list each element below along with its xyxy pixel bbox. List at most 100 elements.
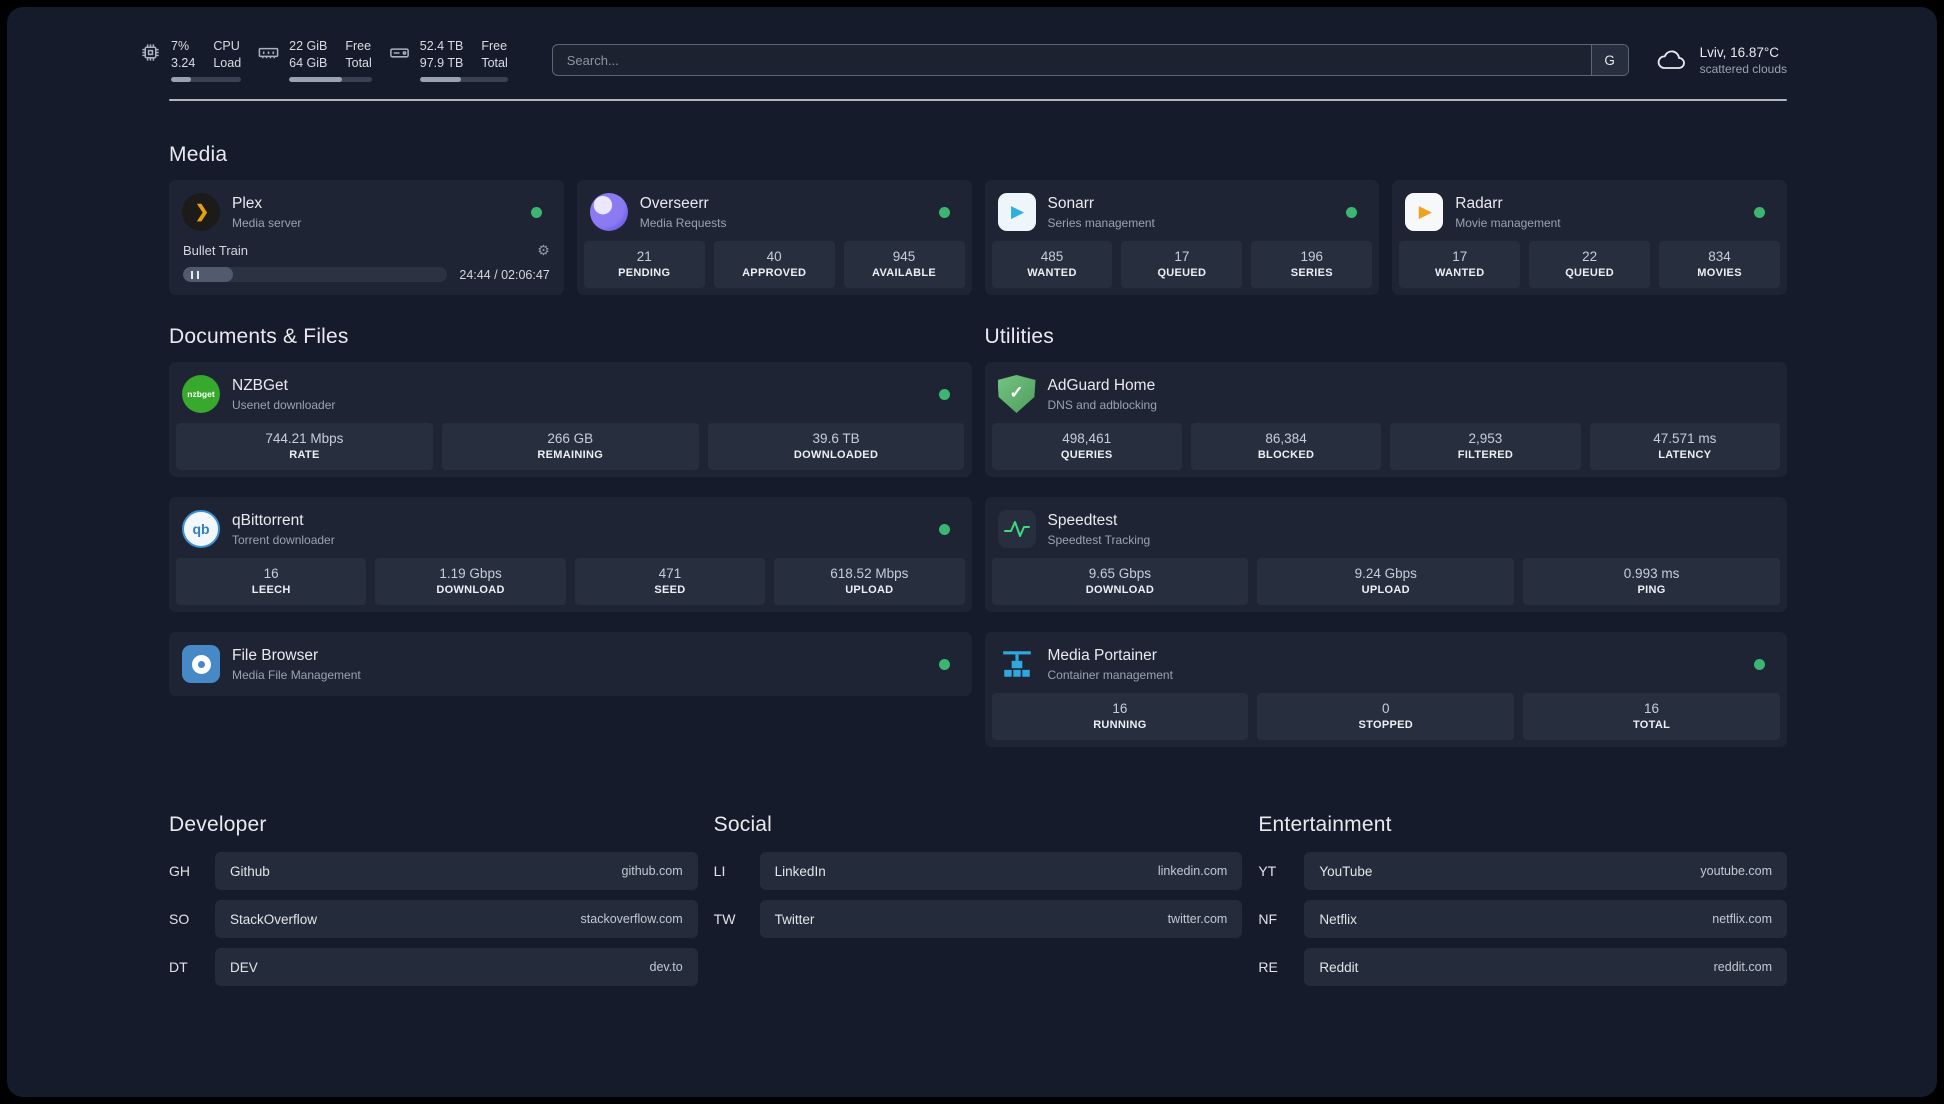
service-name: Overseerr <box>639 194 709 212</box>
bookmark-abbr: SO <box>169 911 190 927</box>
bookmark-linkedin[interactable]: LI LinkedIn linkedin.com <box>714 852 1243 890</box>
stat-block: 39.6 TB DOWNLOADED <box>707 423 965 470</box>
bookmark-name: Reddit <box>1319 959 1359 975</box>
disk-usage-bar <box>419 77 508 83</box>
bookmark-abbr: LI <box>713 863 726 879</box>
bookmark-abbr: RE <box>1258 959 1278 975</box>
pause-icon <box>191 270 199 279</box>
file-browser-icon <box>182 645 220 683</box>
service-name: qBittorrent <box>232 511 304 529</box>
nzbget-icon: nzbget <box>182 375 220 413</box>
documents-column: Documents & Files nzbget NZBGet Usenet d… <box>169 325 972 747</box>
disk-free-label: Free <box>481 38 508 53</box>
bookmark-url: twitter.com <box>1167 912 1228 926</box>
service-card-portainer[interactable]: Media Portainer Container management 16 … <box>984 632 1787 747</box>
service-card-plex[interactable]: ❯ Plex Media server Bullet Train ⚙ 24:44… <box>169 180 564 295</box>
now-playing-widget: Bullet Train ⚙ 24:44 / 02:06:47 <box>176 241 557 287</box>
service-description: DNS and adblocking <box>1047 397 1157 412</box>
search-input[interactable] <box>552 52 1591 68</box>
cpu-usage-bar <box>171 77 242 83</box>
service-card-overseerr[interactable]: Overseerr Media Requests 21 PENDING 40 A… <box>576 180 972 295</box>
bookmark-url: youtube.com <box>1700 864 1772 878</box>
bookmark-url: netflix.com <box>1712 912 1772 926</box>
bookmark-group-developer: Developer GH Github github.com SO StackO… <box>169 813 698 996</box>
service-card-qbittorrent[interactable]: qb qBittorrent Torrent downloader 16 LEE… <box>169 497 972 612</box>
service-name: Sonarr <box>1047 194 1095 212</box>
cpu-icon <box>139 38 162 64</box>
cpu-percent: 7% <box>171 38 190 53</box>
service-card-file-browser[interactable]: File Browser Media File Management <box>169 632 972 696</box>
bookmark-github[interactable]: GH Github github.com <box>169 852 698 890</box>
bookmark-abbr: TW <box>713 911 736 927</box>
section-title-entertainment: Entertainment <box>1258 813 1392 836</box>
top-bar: 7% CPU 3.24 Load 22 GiB Free 64 GiB Tota… <box>139 7 1787 83</box>
stat-block: 945 AVAILABLE <box>843 241 965 288</box>
stat-block: 2,953 FILTERED <box>1390 423 1581 470</box>
service-name: File Browser <box>232 646 319 664</box>
disk-widget: 52.4 TB Free 97.9 TB Total <box>388 38 508 83</box>
status-dot <box>938 658 950 670</box>
utilities-column: Utilities ✓ AdGuard Home DNS and adblock… <box>984 325 1787 747</box>
stat-block: 485 WANTED <box>991 241 1113 288</box>
status-dot <box>1754 658 1765 670</box>
service-description: Container management <box>1047 667 1173 682</box>
bookmark-abbr: NF <box>1258 911 1277 927</box>
section-title-utilities: Utilities <box>984 325 1054 348</box>
bookmark-group-social: Social LI LinkedIn linkedin.com TW Twitt… <box>714 813 1243 996</box>
search-provider-button[interactable]: G <box>1590 45 1628 75</box>
qbittorrent-icon: qb <box>182 510 220 548</box>
stat-block: 9.65 Gbps DOWNLOAD <box>991 558 1249 605</box>
stat-block: 16 RUNNING <box>991 693 1249 740</box>
speedtest-icon <box>997 510 1036 548</box>
bookmark-dev[interactable]: DT DEV dev.to <box>169 948 698 986</box>
stat-block: 618.52 Mbps UPLOAD <box>774 558 965 605</box>
status-dot <box>938 206 950 218</box>
bookmark-name: Github <box>230 863 270 879</box>
service-description: Media server <box>232 215 302 230</box>
weather-condition: scattered clouds <box>1699 61 1787 76</box>
status-dot <box>938 523 950 535</box>
bookmark-url: dev.to <box>649 960 683 974</box>
service-card-sonarr[interactable]: ▶ Sonarr Series management 485 WANTED 17… <box>984 180 1380 295</box>
stat-block: 86,384 BLOCKED <box>1190 423 1382 470</box>
gear-icon[interactable]: ⚙ <box>537 242 550 259</box>
weather-widget: Lviv, 16.87°C scattered clouds <box>1655 45 1787 76</box>
cloud-icon <box>1655 47 1689 73</box>
stat-block: 21 PENDING <box>583 241 705 288</box>
playback-time: 24:44 / 02:06:47 <box>459 267 550 282</box>
service-name: Radarr <box>1455 194 1503 212</box>
service-description: Movie management <box>1455 215 1561 230</box>
stat-block: 0 STOPPED <box>1257 693 1515 740</box>
bookmark-twitter[interactable]: TW Twitter twitter.com <box>714 900 1243 938</box>
bookmark-group-entertainment: Entertainment YT YouTube youtube.com NF … <box>1258 813 1787 996</box>
bookmark-netflix[interactable]: NF Netflix netflix.com <box>1258 900 1787 938</box>
service-card-nzbget[interactable]: nzbget NZBGet Usenet downloader 744.21 M… <box>169 362 972 477</box>
status-dot <box>1754 206 1765 218</box>
memory-icon <box>257 38 280 64</box>
bookmark-stackoverflow[interactable]: SO StackOverflow stackoverflow.com <box>169 900 698 938</box>
disk-total-label: Total <box>481 56 508 70</box>
disk-total: 97.9 TB <box>419 56 464 70</box>
stat-block: 47.571 ms LATENCY <box>1589 423 1780 470</box>
bookmark-youtube[interactable]: YT YouTube youtube.com <box>1258 852 1787 890</box>
playback-progress-bar <box>183 267 448 282</box>
section-title-social: Social <box>713 813 773 836</box>
bookmark-reddit[interactable]: RE Reddit reddit.com <box>1258 948 1787 986</box>
section-title-media: Media <box>169 143 228 166</box>
stat-block: 266 GB REMAINING <box>441 423 699 470</box>
bookmark-url: linkedin.com <box>1157 864 1228 878</box>
cpu-load-label: Load <box>213 56 242 70</box>
memory-free-label: Free <box>345 38 372 53</box>
service-name: Plex <box>232 194 263 212</box>
memory-free: 22 GiB <box>289 38 328 53</box>
stat-block: 9.24 Gbps UPLOAD <box>1257 558 1515 605</box>
service-card-radarr[interactable]: ▶ Radarr Movie management 17 WANTED 22 Q… <box>1392 180 1787 295</box>
memory-total: 64 GiB <box>289 56 328 70</box>
bookmark-name: Netflix <box>1319 911 1357 927</box>
status-dot <box>1346 206 1358 218</box>
plex-icon: ❯ <box>182 193 220 231</box>
section-title-documents: Documents & Files <box>169 325 349 348</box>
service-card-speedtest[interactable]: Speedtest Speedtest Tracking 9.65 Gbps D… <box>984 497 1787 612</box>
header-divider <box>169 99 1787 101</box>
service-card-adguard-home[interactable]: ✓ AdGuard Home DNS and adblocking 498,46… <box>984 362 1787 477</box>
